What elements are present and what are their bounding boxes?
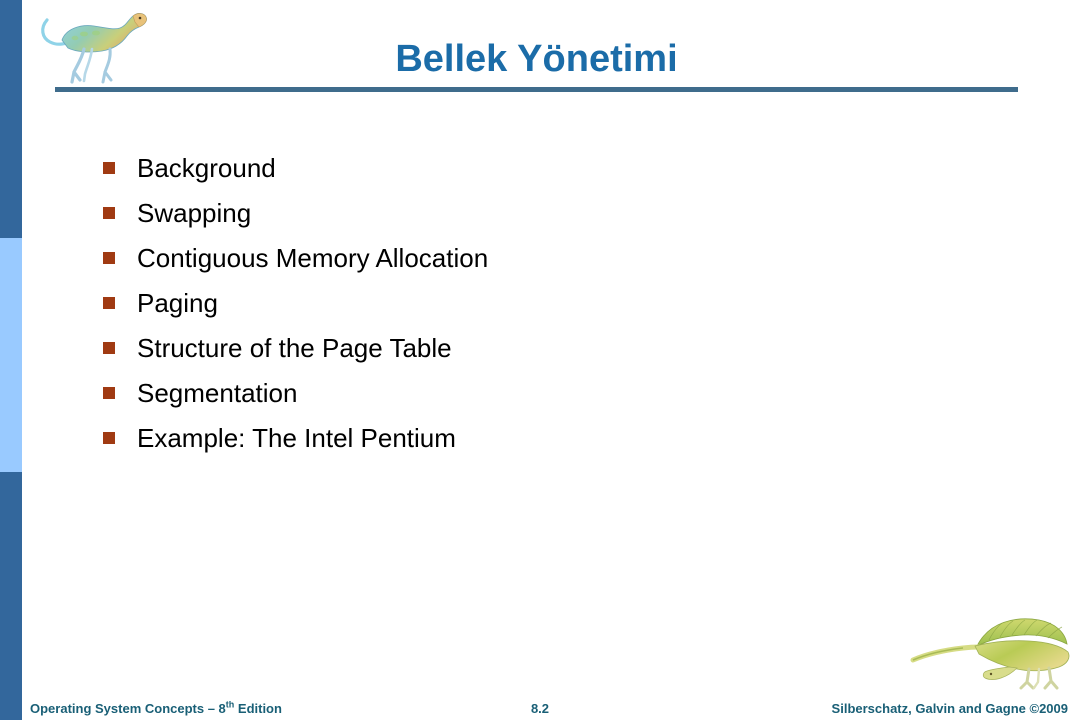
list-item[interactable]: Segmentation (103, 377, 963, 422)
list-item-label: Segmentation (137, 378, 298, 408)
list-item[interactable]: Example: The Intel Pentium (103, 422, 963, 467)
square-bullet-icon (103, 252, 115, 264)
list-item[interactable]: Swapping (103, 197, 963, 242)
title-underline-rule (55, 87, 1018, 92)
square-bullet-icon (103, 342, 115, 354)
slide-title: Bellek Yönetimi (395, 38, 678, 80)
list-item[interactable]: Paging (103, 287, 963, 332)
list-item[interactable]: Contiguous Memory Allocation (103, 242, 963, 287)
dinosaur-icon-bottom-right (910, 618, 1070, 690)
sidebar-band-top (0, 0, 22, 238)
square-bullet-icon (103, 387, 115, 399)
sidebar-band-middle (0, 238, 22, 472)
list-item-label: Swapping (137, 198, 252, 228)
list-item[interactable]: Background (103, 152, 963, 197)
list-item[interactable]: Structure of the Page Table (103, 332, 963, 377)
square-bullet-icon (103, 297, 115, 309)
sidebar-band-bottom (0, 472, 22, 720)
list-item-label: Structure of the Page Table (137, 333, 452, 363)
list-item-label: Paging (137, 288, 218, 318)
square-bullet-icon (103, 432, 115, 444)
footer-copyright-text: Silberschatz, Galvin and Gagne ©2009 (831, 701, 1068, 716)
list-item-label: Contiguous Memory Allocation (137, 243, 489, 273)
square-bullet-icon (103, 162, 115, 174)
square-bullet-icon (103, 207, 115, 219)
bullet-list: Background Swapping Contiguous Memory Al… (103, 152, 963, 467)
list-item-label: Example: The Intel Pentium (137, 423, 456, 453)
list-item-label: Background (137, 153, 276, 183)
slide-canvas: Bellek Yönetimi Background Swapping Cont… (0, 0, 1080, 720)
